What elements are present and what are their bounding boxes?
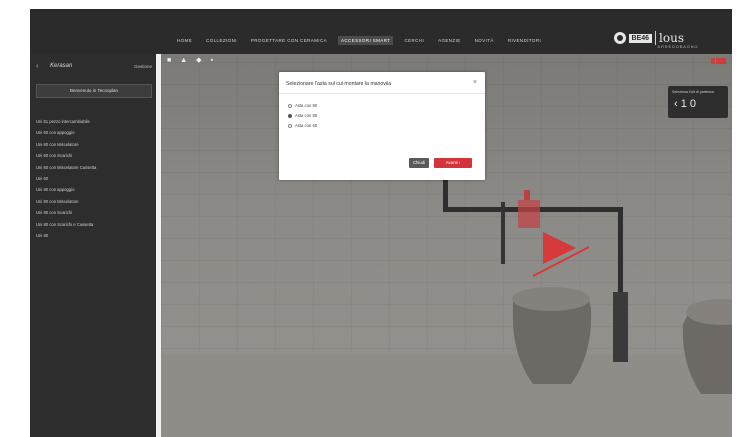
- close-icon[interactable]: ×: [473, 79, 477, 86]
- sidebar-item[interactable]: Uni 60 con Miscelatore: [36, 139, 150, 150]
- sidebar-brand: Kerasan: [50, 63, 73, 69]
- sidebar-item[interactable]: Uni 60 con appoggio: [36, 127, 150, 138]
- top-navigation-bar: Home Collezioni Progettare con ceramica …: [30, 9, 732, 54]
- sidebar-item[interactable]: Uni 60 con Scarichi: [36, 150, 150, 161]
- radio-button[interactable]: [288, 123, 292, 128]
- brand-logo[interactable]: BE46 lous ARREDOBAGNO: [613, 31, 698, 49]
- dialog-title: Selezionare l'asta sul cui montare la ma…: [286, 81, 392, 87]
- option-label: Asta con 80: [295, 113, 318, 118]
- floor: [161, 354, 732, 437]
- highlight-marker[interactable]: [518, 200, 540, 228]
- highlight-tab: [524, 190, 530, 200]
- sidebar-item[interactable]: Uni 80 con Scarichi: [36, 207, 150, 218]
- option-label: Asta con 60: [295, 123, 318, 128]
- sidebar-item[interactable]: Uni 80 con Miscelatore: [36, 196, 150, 207]
- brand-divider: [655, 31, 657, 45]
- step-panel-value[interactable]: ‹ 1 0: [674, 98, 696, 110]
- flag-icon[interactable]: [716, 58, 726, 64]
- sidebar-item[interactable]: Uni 60 con Miscelatore Cassetta: [36, 162, 150, 173]
- sidebar-list: Uni 51 pezzo intercambiabile Uni 60 con …: [36, 116, 150, 241]
- next-button[interactable]: Avanti ›: [434, 158, 472, 168]
- brand-subtitle: ARREDOBAGNO: [657, 45, 699, 49]
- option-asta-90[interactable]: Asta con 90: [288, 103, 317, 108]
- nav-item-collezioni[interactable]: Collezioni: [203, 36, 240, 45]
- nav-item-rivenditori[interactable]: Rivenditori: [505, 36, 544, 45]
- nav-item-progettare[interactable]: Progettare con ceramica: [248, 36, 330, 45]
- toolbar-stop-icon[interactable]: ■: [167, 56, 171, 65]
- app-window: Home Collezioni Progettare con ceramica …: [30, 9, 732, 437]
- pipe-vertical-right: [618, 207, 623, 292]
- step-panel: Seleziona il kit di partenza ‹ 1 0: [668, 86, 728, 118]
- radio-button-selected[interactable]: [288, 113, 292, 118]
- main-menu: Home Collezioni Progettare con ceramica …: [174, 36, 544, 45]
- sidebar: ‹ Kerasan Gestione Benvenuto in Tecnopla…: [30, 54, 156, 437]
- option-asta-60[interactable]: Asta con 60: [288, 123, 317, 128]
- sidebar-item[interactable]: Uni 80 con appoggio: [36, 184, 150, 195]
- toolbar-home-icon[interactable]: ▲: [180, 56, 187, 65]
- sidebar-header: ‹ Kerasan Gestione: [36, 60, 152, 72]
- toolbar-more-icon[interactable]: ▪: [211, 56, 213, 65]
- viewport-toolbar: ■ ▲ ◆ ▪: [167, 56, 213, 65]
- back-arrow-icon[interactable]: ‹: [36, 63, 46, 70]
- sidebar-item[interactable]: Uni 80 con Scarichi e Cassetta: [36, 219, 150, 230]
- pipe-connector: [501, 202, 505, 264]
- step-panel-label: Seleziona il kit di partenza: [672, 90, 714, 94]
- option-asta-80[interactable]: Asta con 80: [288, 113, 317, 118]
- toilet-rim-left: [512, 287, 590, 311]
- toolbar-rotate-icon[interactable]: ◆: [196, 56, 201, 65]
- sidebar-item[interactable]: Uni 80: [36, 230, 150, 241]
- close-button[interactable]: Chiudi: [409, 158, 429, 168]
- nav-item-home[interactable]: Home: [174, 36, 195, 45]
- sidebar-item[interactable]: Uni 51 pezzo intercambiabile: [36, 116, 150, 127]
- sidebar-header-link[interactable]: Gestione: [134, 64, 152, 69]
- brand-box-text: BE46: [628, 33, 653, 43]
- flush-box: [613, 292, 628, 362]
- option-label: Asta con 90: [295, 103, 318, 108]
- radio-button[interactable]: [288, 103, 292, 108]
- nav-item-agenzie[interactable]: Agenzie: [435, 36, 464, 45]
- selection-dialog: Selezionare l'asta sul cui montare la ma…: [279, 72, 485, 180]
- dialog-divider: [279, 93, 485, 94]
- globe-icon: [613, 32, 626, 44]
- welcome-button[interactable]: Benvenuto in Tecnoplan: [36, 84, 152, 98]
- sidebar-item[interactable]: Uni 60: [36, 173, 150, 184]
- nav-item-accessori[interactable]: Accessori smart: [338, 36, 394, 45]
- nav-item-cerchi[interactable]: Cerchi: [401, 36, 427, 45]
- play-arrow-icon[interactable]: [543, 232, 576, 264]
- nav-item-novita[interactable]: Novità: [472, 36, 497, 45]
- flag-icon-part: [711, 58, 715, 64]
- brand-word: lous: [659, 31, 684, 45]
